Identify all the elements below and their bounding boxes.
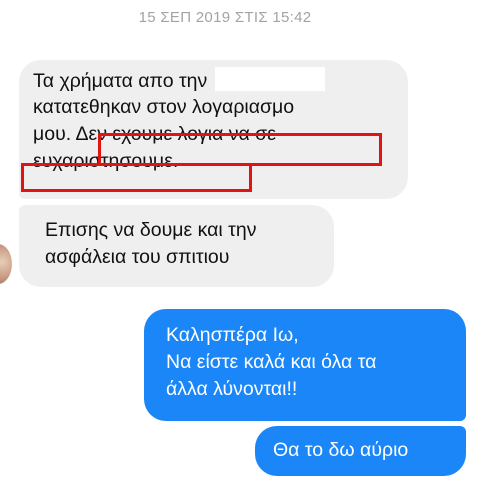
conversation-timestamp: 15 ΣΕΠ 2019 ΣΤΙΣ 15:42 xyxy=(138,9,312,26)
redacted-text-block xyxy=(214,67,325,91)
message-line-text: ασφάλεια του σπιτιου xyxy=(45,246,230,268)
message-bubble-outgoing-1[interactable]: Καλησπέρα Ιω, Να είστε καλά και όλα τα ά… xyxy=(144,309,466,421)
message-line-text: Τα χρήματα απο την xyxy=(33,70,208,92)
message-line-text: Επισης να δουμε και την xyxy=(45,219,257,241)
message-line-text: άλλα λύνονται!! xyxy=(166,378,298,400)
red-highlight-box xyxy=(98,133,382,166)
message-bubble-incoming-2[interactable]: Επισης να δουμε και την ασφάλεια του σπι… xyxy=(19,205,334,287)
message-line-text: Θα το δω αύριο xyxy=(273,439,409,461)
message-line-text: Να είστε καλά και όλα τα xyxy=(166,351,377,373)
message-line-text: κατατεθηκαν στον λογαριασμο xyxy=(33,96,295,118)
red-highlight-box xyxy=(21,163,252,192)
message-line-text: Καλησπέρα Ιω, xyxy=(166,324,299,346)
sender-avatar[interactable] xyxy=(0,244,12,284)
message-bubble-outgoing-2[interactable]: Θα το δω αύριο xyxy=(255,426,466,476)
message-line: Τα χρήματα απο την xyxy=(33,67,398,94)
